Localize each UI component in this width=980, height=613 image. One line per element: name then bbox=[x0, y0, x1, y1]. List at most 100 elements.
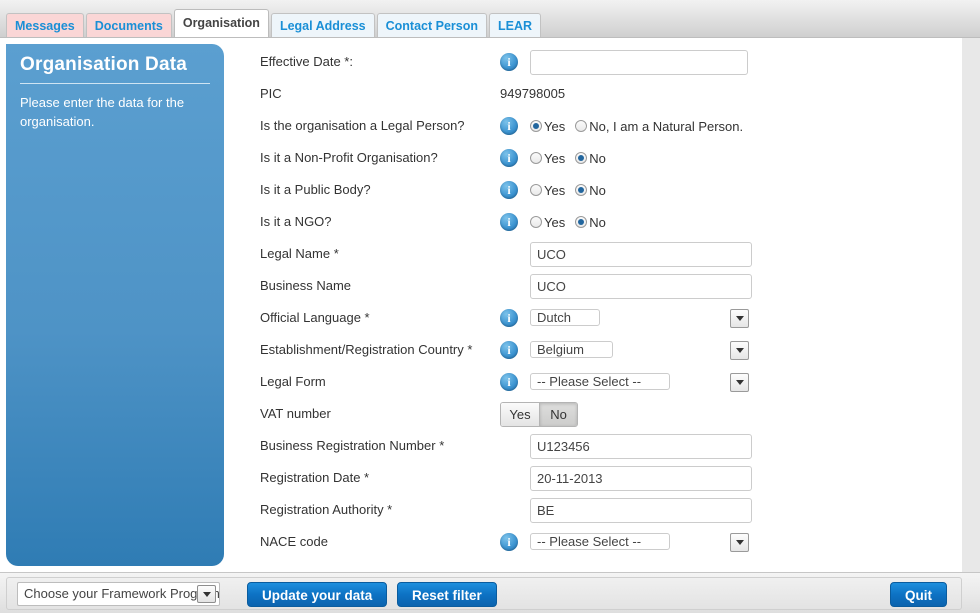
label-registration-authority: Registration Authority * bbox=[260, 502, 393, 517]
page-title: Organisation Data bbox=[20, 54, 210, 84]
legal-form-select[interactable]: -- Please Select -- bbox=[530, 372, 671, 390]
info-icon[interactable]: i bbox=[500, 373, 518, 391]
tab-label: Contact Person bbox=[385, 19, 479, 33]
registration-authority-input[interactable] bbox=[530, 497, 752, 523]
form-row-public-body: Is it a Public Body? i Yes No bbox=[250, 174, 950, 206]
vat-toggle-no[interactable]: No bbox=[539, 402, 577, 426]
public-body-radio-no[interactable]: No bbox=[575, 183, 606, 198]
tab-organisation[interactable]: Organisation bbox=[173, 9, 269, 37]
form-row-business-reg-number: Business Registration Number * bbox=[250, 430, 950, 462]
legal-person-radio-yes[interactable]: Yes bbox=[530, 119, 565, 134]
quit-button[interactable]: Quit bbox=[890, 582, 947, 607]
ngo-radio-no[interactable]: No bbox=[575, 215, 606, 230]
effective-date-input[interactable] bbox=[530, 49, 748, 75]
non-profit-radio-group: Yes No bbox=[530, 151, 612, 166]
tab-bar: Messages Documents Organisation Legal Ad… bbox=[0, 0, 980, 38]
reset-filter-button[interactable]: Reset filter bbox=[397, 582, 497, 607]
ngo-radio-yes[interactable]: Yes bbox=[530, 215, 565, 230]
radio-dot bbox=[575, 184, 588, 196]
tab-contact-person[interactable]: Contact Person bbox=[376, 13, 488, 37]
form-row-official-language: Official Language * i Dutch bbox=[250, 302, 950, 334]
sidebar-description: Please enter the data for the organisati… bbox=[20, 95, 185, 129]
tab-label: Legal Address bbox=[279, 19, 366, 33]
info-icon[interactable]: i bbox=[500, 117, 518, 135]
bottom-toolbar-inner: Choose your Framework Programme Update y… bbox=[6, 577, 962, 610]
tab-strip: Messages Documents Organisation Legal Ad… bbox=[6, 9, 543, 37]
label-official-language: Official Language * bbox=[260, 310, 370, 325]
nace-code-select[interactable]: -- Please Select -- bbox=[530, 532, 671, 550]
radio-label: No bbox=[589, 150, 606, 166]
non-profit-radio-no[interactable]: No bbox=[575, 151, 606, 166]
radio-dot bbox=[530, 152, 542, 164]
public-body-radio-yes[interactable]: Yes bbox=[530, 183, 565, 198]
chevron-down-icon[interactable] bbox=[197, 585, 216, 603]
radio-label: No bbox=[589, 182, 606, 198]
organisation-form: Effective Date *: i PIC 949798005 Is the… bbox=[250, 46, 950, 558]
form-row-registration-date: Registration Date * bbox=[250, 462, 950, 494]
form-row-legal-form: Legal Form i -- Please Select -- bbox=[250, 366, 950, 398]
vat-number-toggle: Yes No bbox=[500, 401, 578, 427]
info-icon[interactable]: i bbox=[500, 181, 518, 199]
tab-messages[interactable]: Messages bbox=[6, 13, 84, 37]
info-icon[interactable]: i bbox=[500, 213, 518, 231]
bottom-toolbar: Choose your Framework Programme Update y… bbox=[0, 572, 980, 613]
framework-programme-select[interactable]: Choose your Framework Programme bbox=[17, 582, 220, 606]
radio-label: Yes bbox=[544, 150, 566, 166]
radio-dot bbox=[575, 216, 588, 228]
tab-documents[interactable]: Documents bbox=[85, 13, 172, 37]
info-icon[interactable]: i bbox=[500, 53, 518, 71]
form-row-pic: PIC 949798005 bbox=[250, 78, 950, 110]
radio-label: Yes bbox=[544, 214, 566, 230]
tab-legal-address[interactable]: Legal Address bbox=[270, 13, 375, 37]
ngo-radio-group: Yes No bbox=[530, 215, 612, 230]
label-legal-name: Legal Name * bbox=[260, 246, 339, 261]
update-your-data-button[interactable]: Update your data bbox=[247, 582, 388, 607]
radio-dot bbox=[530, 216, 542, 228]
radio-dot bbox=[575, 152, 588, 164]
legal-person-radio-group: Yes No, I am a Natural Person. bbox=[530, 119, 749, 134]
legal-name-input[interactable] bbox=[530, 241, 752, 267]
form-row-legal-person: Is the organisation a Legal Person? i Ye… bbox=[250, 110, 950, 142]
form-row-nace-code: NACE code i -- Please Select -- bbox=[250, 526, 950, 558]
info-icon[interactable]: i bbox=[500, 341, 518, 359]
tab-label: LEAR bbox=[498, 19, 533, 33]
label-country: Establishment/Registration Country * bbox=[260, 342, 473, 357]
form-row-ngo: Is it a NGO? i Yes No bbox=[250, 206, 950, 238]
registration-date-input[interactable] bbox=[530, 465, 752, 491]
pic-value: 949798005 bbox=[500, 86, 566, 101]
chevron-down-icon[interactable] bbox=[730, 532, 749, 552]
tab-label: Organisation bbox=[182, 16, 260, 30]
business-reg-number-input[interactable] bbox=[530, 433, 752, 459]
chevron-down-icon[interactable] bbox=[730, 340, 749, 360]
sidebar-panel: Organisation Data Please enter the data … bbox=[6, 44, 224, 566]
chevron-down-icon[interactable] bbox=[730, 308, 749, 328]
label-pic: PIC bbox=[260, 86, 282, 101]
label-legal-form: Legal Form bbox=[260, 374, 326, 389]
label-non-profit: Is it a Non-Profit Organisation? bbox=[260, 150, 438, 165]
form-row-country: Establishment/Registration Country * i B… bbox=[250, 334, 950, 366]
legal-person-radio-no[interactable]: No, I am a Natural Person. bbox=[575, 119, 743, 134]
label-business-name: Business Name bbox=[260, 278, 352, 293]
tab-lear[interactable]: LEAR bbox=[489, 13, 542, 37]
chevron-down-icon[interactable] bbox=[730, 372, 749, 392]
label-registration-date: Registration Date * bbox=[260, 470, 370, 485]
content-panel: Organisation Data Please enter the data … bbox=[0, 38, 962, 572]
info-icon[interactable]: i bbox=[500, 309, 518, 327]
info-icon[interactable]: i bbox=[500, 533, 518, 551]
official-language-select[interactable]: Dutch bbox=[530, 308, 600, 326]
vat-toggle-yes[interactable]: Yes bbox=[501, 402, 539, 426]
business-name-input[interactable] bbox=[530, 273, 752, 299]
country-select[interactable]: Belgium bbox=[530, 340, 613, 358]
non-profit-radio-yes[interactable]: Yes bbox=[530, 151, 565, 166]
radio-dot bbox=[530, 120, 542, 132]
tab-label: Documents bbox=[94, 19, 163, 33]
info-icon[interactable]: i bbox=[500, 149, 518, 167]
label-ngo: Is it a NGO? bbox=[260, 214, 332, 229]
radio-label: No bbox=[589, 214, 606, 230]
label-public-body: Is it a Public Body? bbox=[260, 182, 371, 197]
tab-label: Messages bbox=[15, 19, 75, 33]
label-vat-number: VAT number bbox=[260, 406, 331, 421]
label-nace-code: NACE code bbox=[260, 534, 328, 549]
form-row-legal-name: Legal Name * bbox=[250, 238, 950, 270]
radio-label: No, I am a Natural Person. bbox=[589, 118, 744, 134]
